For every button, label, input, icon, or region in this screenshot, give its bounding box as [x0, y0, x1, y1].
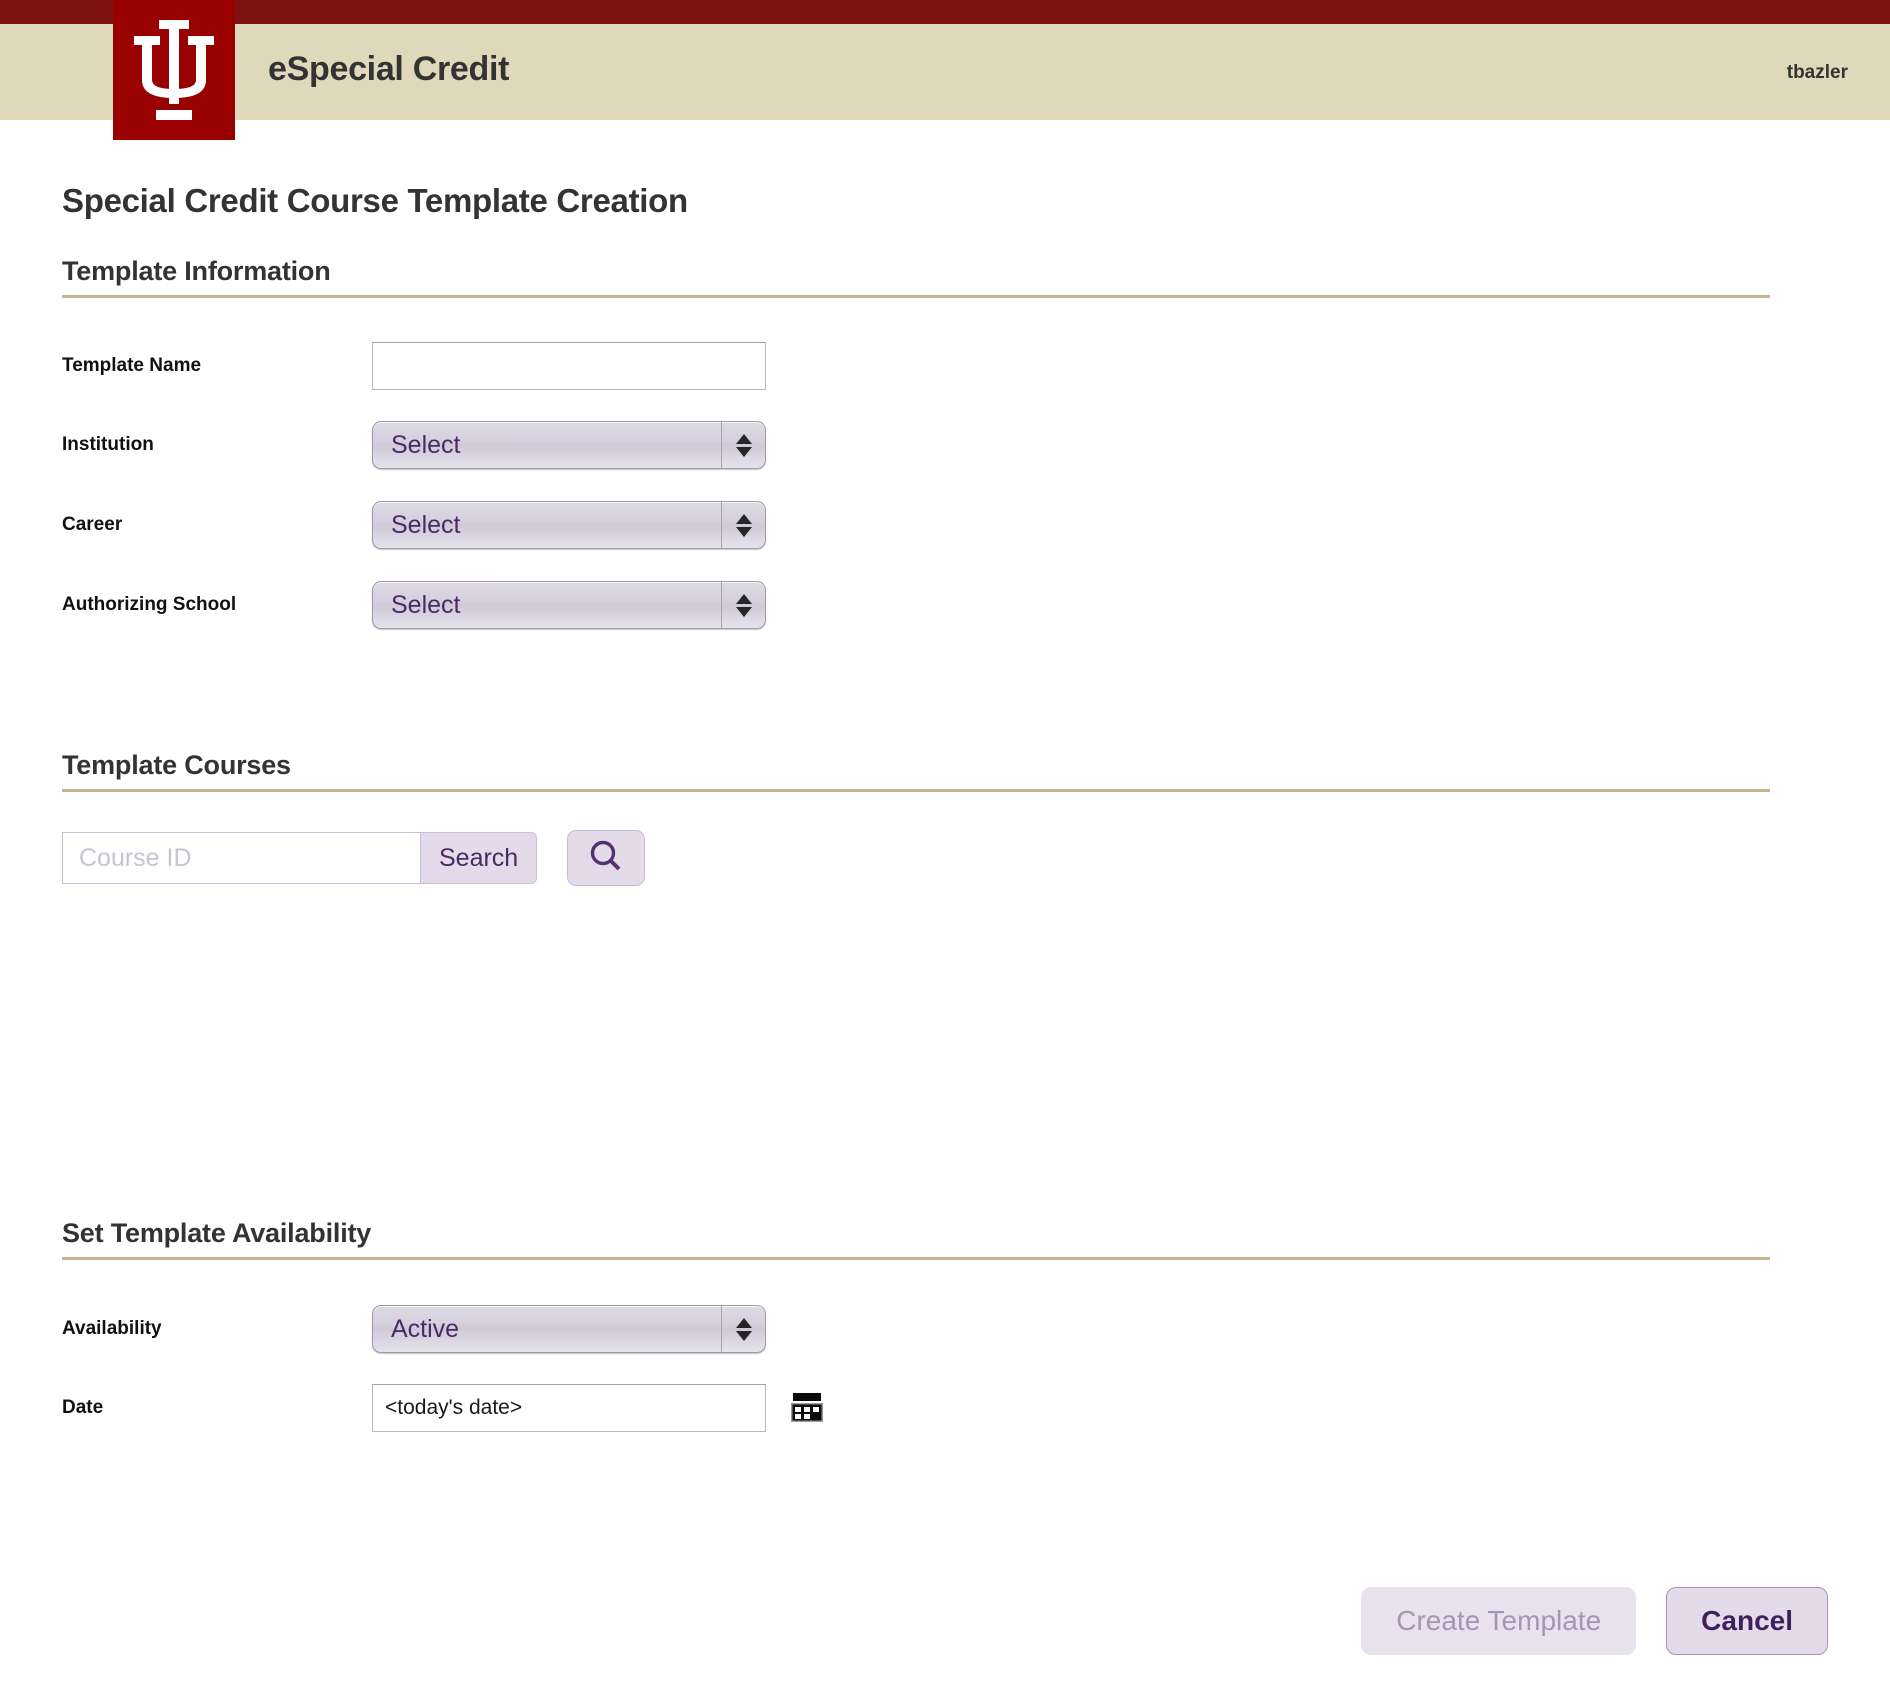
field-row-career: Career Select — [62, 501, 766, 549]
institution-select[interactable]: Select — [372, 421, 766, 469]
page-title: Special Credit Course Template Creation — [62, 182, 688, 219]
cancel-button[interactable]: Cancel — [1666, 1587, 1828, 1655]
career-select-value: Select — [391, 510, 461, 539]
availability-select[interactable]: Active — [372, 1305, 766, 1353]
section-divider — [62, 789, 1770, 792]
authorizing-school-select[interactable]: Select — [372, 581, 766, 629]
institution-select-value: Select — [391, 430, 461, 459]
chevron-updown-icon[interactable] — [721, 422, 765, 468]
section-divider — [62, 1257, 1770, 1260]
label-date: Date — [62, 1397, 104, 1418]
field-row-authorizing-school: Authorizing School Select — [62, 581, 766, 629]
chevron-updown-icon[interactable] — [721, 1306, 765, 1352]
calendar-icon[interactable] — [790, 1392, 824, 1424]
field-row-institution: Institution Select — [62, 421, 766, 469]
section-set-template-availability: Set Template Availability — [62, 1218, 1770, 1260]
career-select[interactable]: Select — [372, 501, 766, 549]
app-title: eSpecial Credit — [268, 50, 510, 88]
form-actions: Create Template Cancel — [1361, 1587, 1828, 1655]
search-icon — [586, 837, 626, 880]
create-template-button[interactable]: Create Template — [1361, 1587, 1637, 1655]
availability-select-value: Active — [391, 1314, 460, 1343]
top-accent-strip — [0, 0, 1890, 24]
section-title-set-template-availability: Set Template Availability — [62, 1218, 372, 1248]
chevron-updown-icon[interactable] — [721, 502, 765, 548]
search-button[interactable]: Search — [420, 832, 538, 884]
section-divider — [62, 295, 1770, 298]
search-icon-button[interactable] — [567, 830, 646, 886]
label-template-name: Template Name — [62, 355, 202, 376]
username-label[interactable]: tbazler — [1787, 62, 1848, 84]
section-title-template-courses: Template Courses — [62, 750, 291, 780]
label-career: Career — [62, 514, 123, 535]
label-availability: Availability — [62, 1318, 162, 1339]
field-row-date: Date — [62, 1384, 824, 1432]
course-id-input[interactable] — [62, 832, 420, 884]
section-template-information: Template Information — [62, 256, 1770, 298]
label-institution: Institution — [62, 434, 154, 455]
authorizing-school-select-value: Select — [391, 590, 461, 619]
course-search-group: Search — [62, 830, 646, 886]
field-row-availability: Availability Active — [62, 1305, 766, 1353]
section-template-courses: Template Courses — [62, 750, 1770, 792]
section-title-template-information: Template Information — [62, 256, 331, 286]
date-input[interactable] — [372, 1384, 766, 1432]
label-authorizing-school: Authorizing School — [62, 594, 237, 615]
iu-trident-logo — [113, 0, 235, 140]
chevron-updown-icon[interactable] — [721, 582, 765, 628]
field-row-template-name: Template Name — [62, 342, 766, 390]
template-name-input[interactable] — [372, 342, 766, 390]
